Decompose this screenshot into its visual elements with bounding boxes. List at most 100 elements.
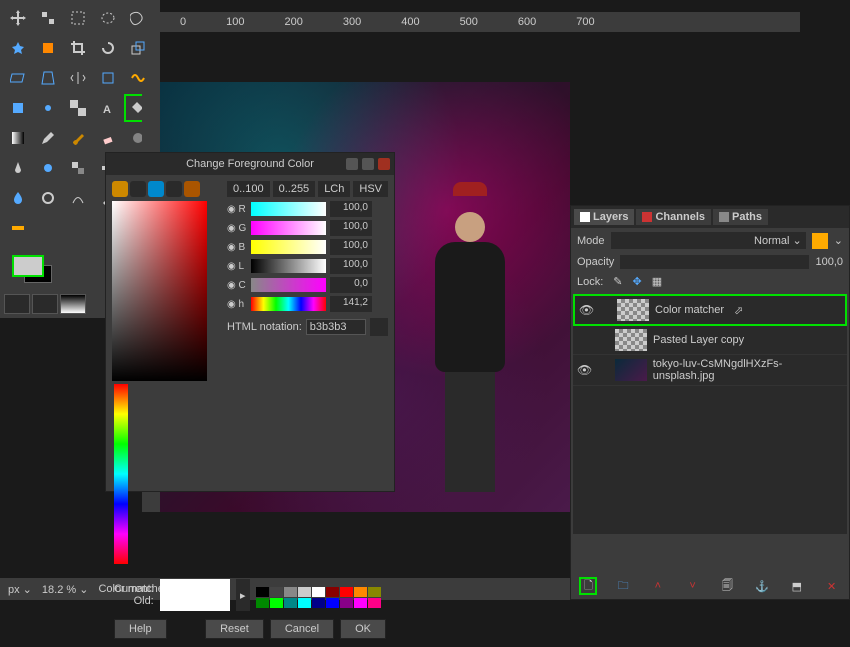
tool-by-color[interactable] bbox=[34, 34, 62, 62]
add-to-palette-icon[interactable]: ▸ bbox=[236, 579, 250, 611]
palette-swatch[interactable] bbox=[312, 598, 325, 608]
model-wheel-icon[interactable] bbox=[166, 181, 182, 197]
palette-swatch[interactable] bbox=[354, 598, 367, 608]
model-cmyk-icon[interactable] bbox=[130, 181, 146, 197]
palette-swatch[interactable] bbox=[340, 587, 353, 597]
tool-align[interactable] bbox=[34, 4, 62, 32]
palette-swatch[interactable] bbox=[354, 587, 367, 597]
mode-expand-icon[interactable]: ⌄ bbox=[834, 234, 843, 247]
range-0-100-button[interactable]: 0..100 bbox=[227, 181, 270, 197]
help-button[interactable]: Help bbox=[114, 619, 167, 639]
tool-eraser[interactable] bbox=[94, 124, 122, 152]
palette-swatch[interactable] bbox=[270, 587, 283, 597]
tool-scale[interactable] bbox=[124, 34, 152, 62]
dialog-titlebar[interactable]: Change Foreground Color bbox=[106, 153, 394, 175]
tool-shear[interactable] bbox=[4, 64, 32, 92]
tool-clone[interactable] bbox=[64, 154, 92, 182]
lock-pixels-icon[interactable]: ✎ bbox=[613, 275, 622, 288]
reset-button[interactable]: Reset bbox=[205, 619, 264, 639]
minimize-icon[interactable] bbox=[346, 158, 358, 170]
palette-swatch[interactable] bbox=[256, 598, 269, 608]
tool-free-select[interactable] bbox=[124, 4, 152, 32]
tool-mypaint[interactable] bbox=[34, 154, 62, 182]
new-layer-button[interactable]: 🗋 bbox=[579, 577, 597, 595]
slider-label-L[interactable]: ◉ L bbox=[227, 261, 247, 272]
slider-bar-C[interactable] bbox=[251, 278, 326, 292]
zoom-dropdown[interactable]: 18.2 % ⌄ bbox=[42, 583, 89, 596]
layer-name[interactable]: Color matcher bbox=[655, 304, 724, 316]
tool-fuzzy[interactable] bbox=[4, 34, 32, 62]
tool-text[interactable]: A bbox=[94, 94, 122, 122]
slider-value-G[interactable]: 100,0 bbox=[330, 220, 372, 236]
tool-perspective[interactable] bbox=[34, 64, 62, 92]
palette-swatch[interactable] bbox=[368, 598, 381, 608]
merge-layer-button[interactable]: ⬒ bbox=[788, 577, 806, 595]
raise-layer-button[interactable]: ˄ bbox=[649, 577, 667, 595]
tab-paths[interactable]: Paths bbox=[713, 209, 768, 225]
slider-label-B[interactable]: ◉ B bbox=[227, 242, 247, 253]
tool-cage[interactable] bbox=[94, 64, 122, 92]
eyedropper-icon[interactable] bbox=[370, 318, 388, 336]
mode-switch-icon[interactable] bbox=[812, 233, 828, 249]
tool-ellipse-select[interactable] bbox=[94, 4, 122, 32]
tool-gradient[interactable] bbox=[4, 124, 32, 152]
close-icon[interactable] bbox=[378, 158, 390, 170]
lower-layer-button[interactable]: ˅ bbox=[684, 577, 702, 595]
slider-bar-L[interactable] bbox=[251, 259, 326, 273]
tool-pencil[interactable] bbox=[34, 124, 62, 152]
slider-value-h[interactable]: 141,2 bbox=[330, 296, 372, 312]
tool-ink[interactable] bbox=[4, 154, 32, 182]
palette-swatch[interactable] bbox=[340, 598, 353, 608]
slider-bar-h[interactable] bbox=[251, 297, 326, 311]
palette-swatch[interactable] bbox=[298, 598, 311, 608]
model-lch-button[interactable]: LCh bbox=[318, 181, 350, 197]
tool-rotate[interactable] bbox=[94, 34, 122, 62]
ok-button[interactable]: OK bbox=[340, 619, 386, 639]
layer-item[interactable]: 👁 Color matcher ⬀ bbox=[573, 294, 847, 326]
palette-swatch[interactable] bbox=[368, 587, 381, 597]
saturation-value-picker[interactable] bbox=[112, 201, 207, 381]
model-hsv-button[interactable]: HSV bbox=[353, 181, 388, 197]
lock-position-icon[interactable]: ✥ bbox=[633, 275, 642, 288]
palette-swatch[interactable] bbox=[284, 598, 297, 608]
lock-alpha-icon[interactable]: ▦ bbox=[652, 275, 662, 288]
slider-value-B[interactable]: 100,0 bbox=[330, 239, 372, 255]
model-watercolor-icon[interactable] bbox=[148, 181, 164, 197]
html-notation-input[interactable] bbox=[306, 319, 366, 335]
pattern-preset[interactable] bbox=[32, 294, 58, 314]
tool-measure[interactable] bbox=[4, 214, 32, 242]
brush-preset[interactable] bbox=[4, 294, 30, 314]
palette-swatch[interactable] bbox=[270, 598, 283, 608]
tool-paintbrush[interactable] bbox=[64, 124, 92, 152]
slider-bar-B[interactable] bbox=[251, 240, 326, 254]
tool-unified[interactable] bbox=[4, 94, 32, 122]
visibility-icon[interactable]: 👁 bbox=[577, 363, 591, 377]
slider-label-C[interactable]: ◉ C bbox=[227, 280, 247, 291]
gradient-preset[interactable] bbox=[60, 294, 86, 314]
hue-bar[interactable] bbox=[114, 384, 128, 564]
palette-swatch[interactable] bbox=[256, 587, 269, 597]
tab-layers[interactable]: Layers bbox=[574, 209, 634, 225]
tab-channels[interactable]: Channels bbox=[636, 209, 711, 225]
opacity-slider[interactable] bbox=[620, 255, 809, 269]
slider-value-R[interactable]: 100,0 bbox=[330, 201, 372, 217]
layer-item[interactable]: 👁 tokyo-luv-CsMNgdlHXzFs-unsplash.jpg bbox=[573, 355, 847, 386]
tool-handle[interactable] bbox=[34, 94, 62, 122]
range-0-255-button[interactable]: 0..255 bbox=[273, 181, 316, 197]
tool-move[interactable] bbox=[4, 4, 32, 32]
tool-dodge[interactable] bbox=[34, 184, 62, 212]
unit-dropdown[interactable]: px ⌄ bbox=[8, 583, 32, 596]
layer-name[interactable]: Pasted Layer copy bbox=[653, 334, 744, 346]
slider-label-R[interactable]: ◉ R bbox=[227, 204, 247, 215]
model-palette-icon[interactable] bbox=[184, 181, 200, 197]
tool-crop[interactable] bbox=[64, 34, 92, 62]
delete-layer-button[interactable]: ✕ bbox=[823, 577, 841, 595]
mode-dropdown[interactable]: Normal ⌄ bbox=[611, 232, 806, 249]
layer-name[interactable]: tokyo-luv-CsMNgdlHXzFs-unsplash.jpg bbox=[653, 358, 843, 382]
cancel-button[interactable]: Cancel bbox=[270, 619, 334, 639]
duplicate-layer-button[interactable]: 🗐 bbox=[718, 577, 736, 595]
tool-flip[interactable] bbox=[64, 64, 92, 92]
tool-checker[interactable] bbox=[64, 94, 92, 122]
slider-value-L[interactable]: 100,0 bbox=[330, 258, 372, 274]
fg-color-swatch[interactable] bbox=[12, 255, 44, 277]
